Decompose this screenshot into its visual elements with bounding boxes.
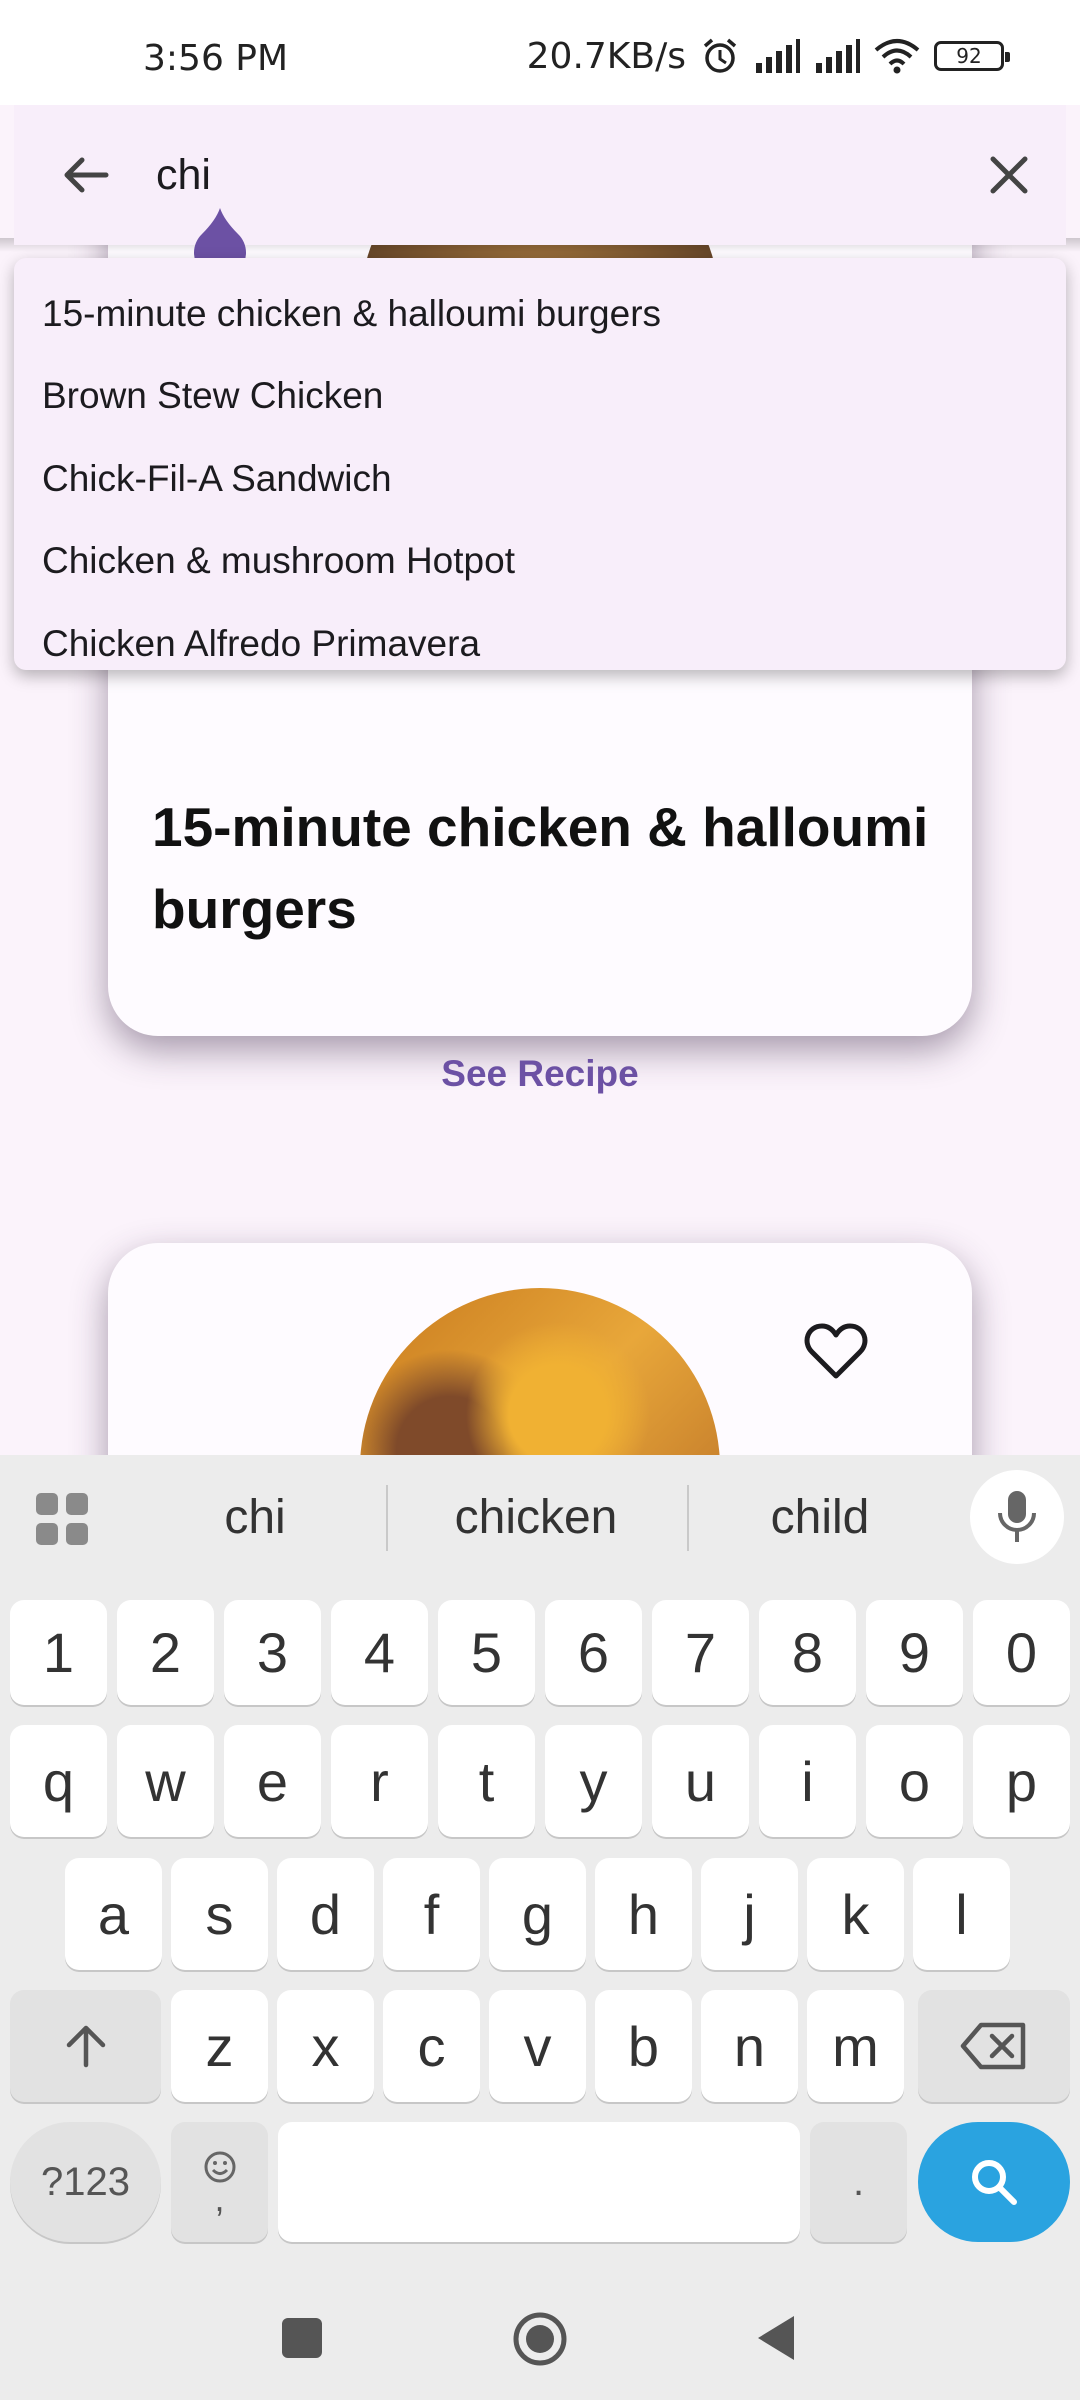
key-h[interactable]: h (595, 1858, 692, 1970)
key-e[interactable]: e (224, 1725, 321, 1837)
see-recipe-button[interactable]: See Recipe (108, 1053, 972, 1095)
word-suggestion[interactable]: chi (140, 1483, 370, 1553)
key-1[interactable]: 1 (10, 1600, 107, 1705)
heart-outline-icon[interactable] (804, 1321, 868, 1381)
emoji-key[interactable]: , (171, 2122, 268, 2242)
key-v[interactable]: v (489, 1990, 586, 2102)
recipe-image (360, 1288, 720, 1455)
key-a[interactable]: a (65, 1858, 162, 1970)
key-z[interactable]: z (171, 1990, 268, 2102)
key-c[interactable]: c (383, 1990, 480, 2102)
shift-key[interactable] (10, 1990, 161, 2102)
key-0[interactable]: 0 (973, 1600, 1070, 1705)
space-bar[interactable] (278, 2122, 800, 2242)
suggestion-item[interactable]: 15-minute chicken & halloumi burgers (42, 284, 1042, 344)
key-i[interactable]: i (759, 1725, 856, 1837)
system-nav-bar (0, 2250, 1080, 2400)
back-button[interactable] (50, 140, 120, 210)
key-9[interactable]: 9 (866, 1600, 963, 1705)
microphone-icon (998, 1491, 1036, 1542)
key-k[interactable]: k (807, 1858, 904, 1970)
search-icon (972, 2160, 1017, 2205)
suggestion-item[interactable]: Chicken & mushroom Hotpot (42, 531, 1042, 591)
key-5[interactable]: 5 (438, 1600, 535, 1705)
search-bar (14, 105, 1066, 245)
backspace-icon (960, 2022, 1026, 2070)
key-o[interactable]: o (866, 1725, 963, 1837)
key-m[interactable]: m (807, 1990, 904, 2102)
clear-button[interactable] (974, 140, 1044, 210)
search-suggestions-dropdown: 15-minute chicken & halloumi burgers Bro… (14, 258, 1066, 670)
key-b[interactable]: b (595, 1990, 692, 2102)
search-input[interactable] (156, 145, 756, 205)
key-p[interactable]: p (973, 1725, 1070, 1837)
network-speed: 20.7KB/s (526, 35, 686, 77)
keyboard-suggestion-strip: chi chicken child (0, 1455, 1080, 1580)
divider (687, 1485, 689, 1551)
recipe-title: 15-minute chicken & halloumi burgers (152, 796, 929, 940)
battery-icon: 92 (934, 41, 1010, 71)
key-q[interactable]: q (10, 1725, 107, 1837)
key-j[interactable]: j (701, 1858, 798, 1970)
key-x[interactable]: x (277, 1990, 374, 2102)
status-time: 3:56 PM (143, 38, 289, 79)
battery-level: 92 (956, 44, 982, 68)
key-2[interactable]: 2 (117, 1600, 214, 1705)
key-t[interactable]: t (438, 1725, 535, 1837)
close-icon (990, 156, 1028, 194)
voice-input-button[interactable] (970, 1470, 1064, 1564)
back-nav-icon[interactable] (756, 2314, 796, 2362)
recipe-card[interactable] (108, 1243, 972, 1455)
suggestion-item[interactable]: Brown Stew Chicken (42, 366, 1042, 426)
period-key[interactable]: . (810, 2122, 907, 2242)
key-n[interactable]: n (701, 1990, 798, 2102)
status-bar: 3:56 PM 20.7KB/s 92 (0, 0, 1080, 105)
key-s[interactable]: s (171, 1858, 268, 1970)
wifi-icon (874, 39, 920, 74)
suggestion-item[interactable]: Chick-Fil-A Sandwich (42, 449, 1042, 509)
key-w[interactable]: w (117, 1725, 214, 1837)
suggestion-item[interactable]: Chicken Alfredo Primavera (42, 614, 1042, 670)
key-8[interactable]: 8 (759, 1600, 856, 1705)
signal-icon (756, 39, 800, 73)
backspace-key[interactable] (918, 1990, 1070, 2102)
key-u[interactable]: u (652, 1725, 749, 1837)
key-r[interactable]: r (331, 1725, 428, 1837)
key-d[interactable]: d (277, 1858, 374, 1970)
signal-icon (816, 39, 860, 73)
key-l[interactable]: l (913, 1858, 1010, 1970)
word-suggestion[interactable]: chicken (400, 1483, 672, 1553)
key-4[interactable]: 4 (331, 1600, 428, 1705)
home-icon[interactable] (512, 2311, 568, 2367)
comma-label: , (214, 2178, 225, 2219)
word-suggestion[interactable]: child (700, 1483, 940, 1553)
keyboard-apps-icon[interactable] (34, 1491, 90, 1547)
shift-arrow-icon (66, 2025, 105, 2068)
key-g[interactable]: g (489, 1858, 586, 1970)
symbols-key[interactable]: ?123 (10, 2122, 161, 2242)
key-3[interactable]: 3 (224, 1600, 321, 1705)
status-indicators: 20.7KB/s 92 (526, 34, 1010, 78)
search-action-key[interactable] (918, 2122, 1070, 2242)
recents-icon[interactable] (282, 2318, 322, 2358)
key-y[interactable]: y (545, 1725, 642, 1837)
key-6[interactable]: 6 (545, 1600, 642, 1705)
divider (386, 1485, 388, 1551)
arrow-back-icon (64, 157, 109, 193)
alarm-icon (703, 38, 737, 73)
key-7[interactable]: 7 (652, 1600, 749, 1705)
key-f[interactable]: f (383, 1858, 480, 1970)
